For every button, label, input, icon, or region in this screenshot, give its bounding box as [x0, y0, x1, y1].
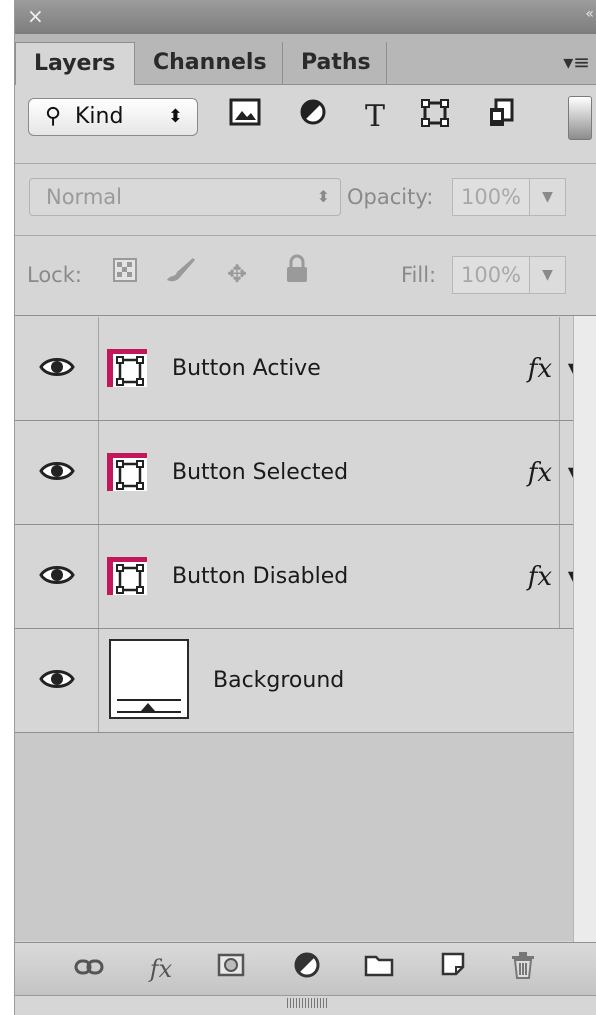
- updown-arrows-icon: ⬍: [167, 106, 183, 127]
- fill-label: Fill:: [401, 263, 437, 287]
- visibility-toggle[interactable]: [15, 317, 99, 420]
- layer-effects-icon[interactable]: fx: [528, 525, 552, 629]
- opacity-field[interactable]: 100%: [452, 178, 530, 216]
- layer-row[interactable]: Button Disabled fx ▼: [15, 525, 596, 629]
- eye-icon: [39, 358, 75, 376]
- visibility-toggle[interactable]: [15, 525, 99, 628]
- layers-empty-area: [15, 733, 596, 941]
- layer-effects-icon[interactable]: fx: [528, 421, 552, 525]
- search-icon: ⚲: [45, 104, 62, 129]
- tab-paths[interactable]: Paths: [283, 42, 387, 84]
- layers-panel: × « Layers Channels Paths ▾≡ ⚲ Kind ⬍ T: [14, 0, 596, 1015]
- layers-scrollbar[interactable]: [573, 316, 596, 942]
- eye-icon: [39, 670, 75, 688]
- opacity-dropdown-button[interactable]: ▼: [530, 178, 566, 216]
- lock-image-pixels-icon[interactable]: [161, 254, 197, 294]
- kind-filter-select[interactable]: ⚲ Kind ⬍: [28, 98, 198, 136]
- link-layers-icon[interactable]: [69, 951, 109, 987]
- new-adjustment-layer-icon[interactable]: [287, 951, 327, 987]
- image-filter-icon[interactable]: [225, 98, 265, 136]
- lock-label: Lock:: [27, 263, 82, 287]
- layer-name[interactable]: Background: [213, 629, 344, 733]
- add-mask-icon[interactable]: [211, 951, 251, 987]
- new-group-icon[interactable]: [359, 951, 399, 987]
- layer-row[interactable]: Button Active fx ▼: [15, 317, 596, 421]
- blend-row: Normal ⬍ Opacity: 100% ▼: [15, 164, 596, 236]
- blend-mode-value: Normal: [46, 185, 122, 209]
- panel-menu-icon[interactable]: ▾≡: [563, 50, 590, 74]
- lock-transparent-pixels-icon[interactable]: [107, 254, 143, 294]
- lock-all-icon[interactable]: [279, 254, 315, 294]
- fill-dropdown-button[interactable]: ▼: [530, 256, 566, 294]
- close-icon[interactable]: ×: [27, 4, 44, 28]
- lock-row: Lock: ✥ Fill: 100% ▼: [15, 236, 596, 316]
- tab-layers[interactable]: Layers: [15, 42, 135, 85]
- shape-layer-icon: [107, 557, 147, 595]
- eye-icon: [39, 462, 75, 480]
- panel-tabs: Layers Channels Paths ▾≡: [15, 34, 596, 85]
- layer-row[interactable]: Button Selected fx ▼: [15, 421, 596, 525]
- delete-layer-icon[interactable]: [503, 951, 543, 987]
- kind-label: Kind: [75, 104, 124, 129]
- lock-position-icon[interactable]: ✥: [219, 254, 255, 294]
- layer-style-icon[interactable]: fx: [141, 951, 181, 987]
- blend-mode-select[interactable]: Normal ⬍: [29, 178, 341, 216]
- visibility-toggle[interactable]: [15, 629, 99, 732]
- filter-row: ⚲ Kind ⬍ T: [15, 84, 596, 164]
- filter-toggle-switch[interactable]: [568, 96, 592, 140]
- background-thumbnail: [109, 639, 189, 719]
- visibility-toggle[interactable]: [15, 421, 99, 524]
- shape-filter-icon[interactable]: [415, 98, 455, 136]
- panel-titlebar: × «: [15, 0, 596, 35]
- eye-icon: [39, 566, 75, 584]
- resize-grip[interactable]: [287, 998, 327, 1008]
- smart-object-filter-icon[interactable]: [481, 98, 521, 136]
- shape-layer-icon: [107, 349, 147, 387]
- layer-name[interactable]: Button Disabled: [172, 525, 348, 629]
- shape-layer-icon: [107, 453, 147, 491]
- updown-arrows-icon: ⬍: [316, 187, 330, 206]
- collapse-icon[interactable]: «: [585, 6, 594, 22]
- fill-field[interactable]: 100%: [452, 256, 530, 294]
- tab-channels[interactable]: Channels: [135, 42, 283, 84]
- adjustment-filter-icon[interactable]: [293, 98, 333, 136]
- opacity-label: Opacity:: [347, 185, 434, 209]
- new-layer-icon[interactable]: [433, 951, 473, 987]
- type-filter-icon[interactable]: T: [355, 98, 395, 136]
- layer-name[interactable]: Button Selected: [172, 421, 348, 525]
- layers-bottom-toolbar: fx: [15, 942, 596, 996]
- layer-name[interactable]: Button Active: [172, 317, 321, 421]
- layer-effects-icon[interactable]: fx: [528, 317, 552, 421]
- layer-row[interactable]: Background: [15, 629, 596, 733]
